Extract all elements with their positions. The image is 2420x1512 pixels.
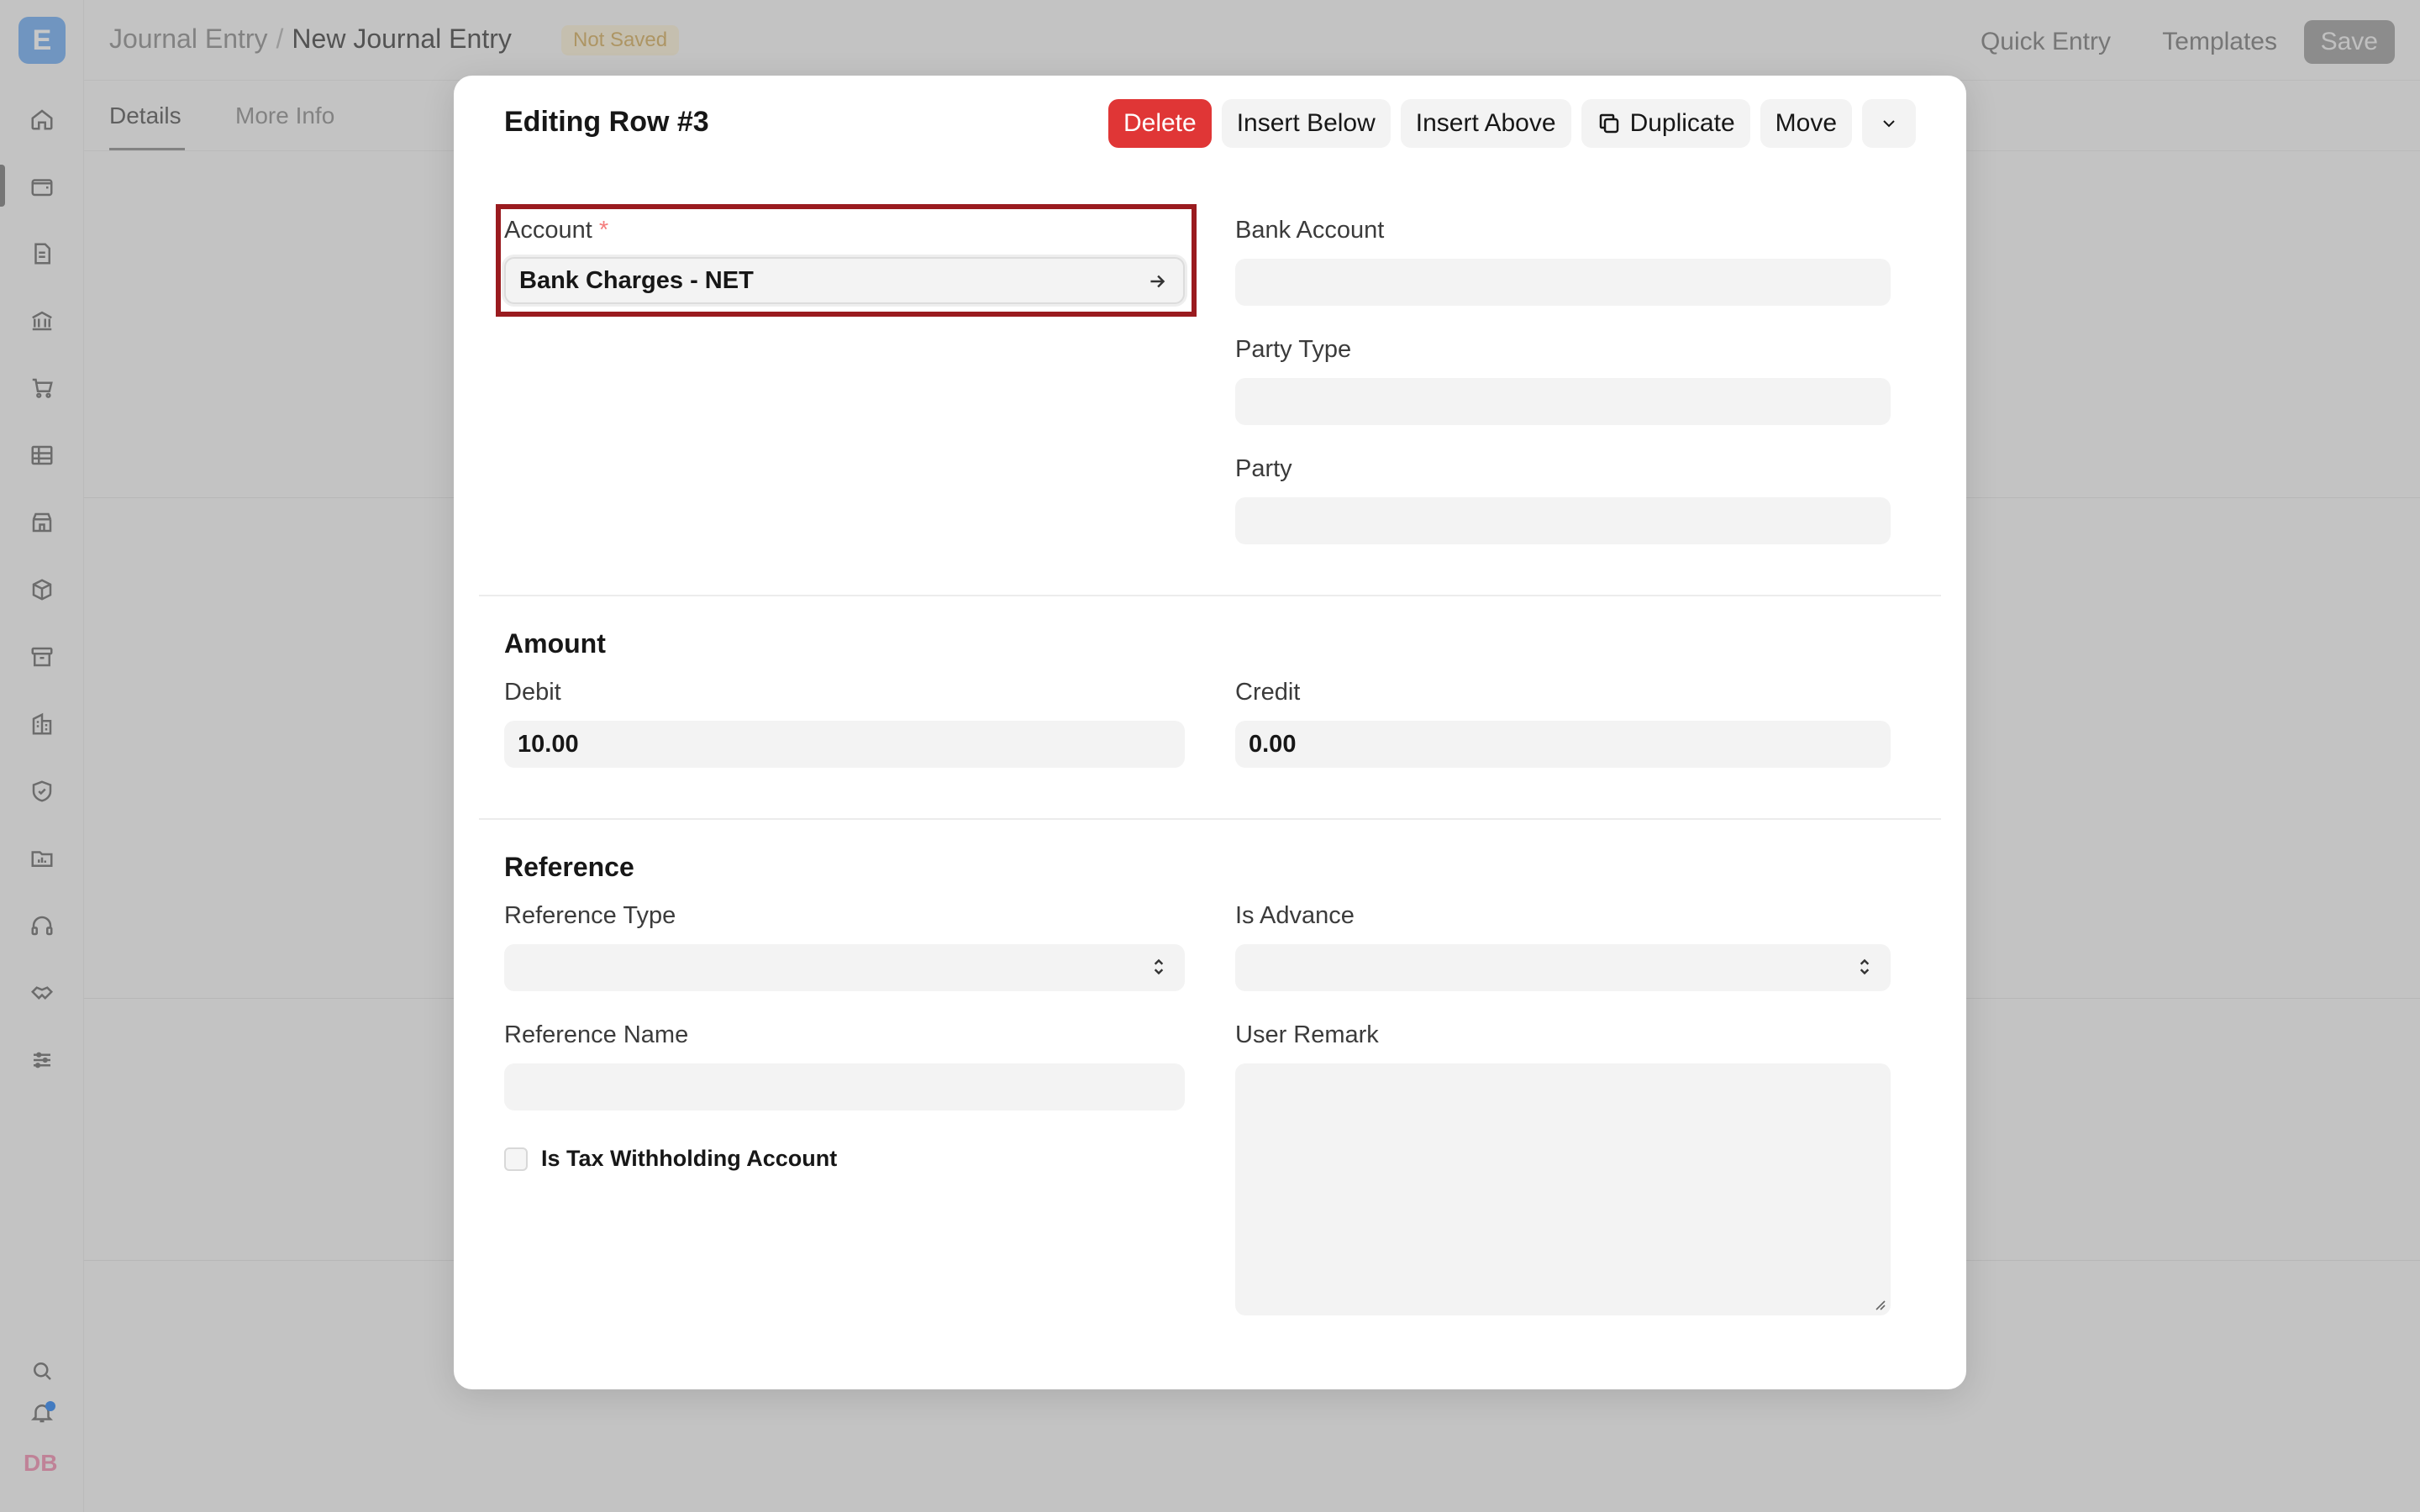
- is-advance-label: Is Advance: [1235, 902, 1355, 929]
- section-divider: [479, 595, 1941, 596]
- account-label-text: Account: [504, 217, 592, 244]
- insert-above-button[interactable]: Insert Above: [1400, 99, 1571, 148]
- bank-account-label: Bank Account: [1235, 217, 1385, 244]
- resize-handle-icon[interactable]: [1872, 1297, 1886, 1310]
- is-advance-select[interactable]: [1235, 944, 1891, 991]
- delete-button[interactable]: Delete: [1107, 99, 1212, 148]
- amount-section-title: Amount: [504, 628, 606, 659]
- reference-name-label: Reference Name: [504, 1021, 689, 1048]
- more-actions-button[interactable]: [1862, 99, 1916, 148]
- duplicate-button[interactable]: Duplicate: [1581, 99, 1750, 148]
- section-divider: [479, 818, 1941, 820]
- reference-section-title: Reference: [504, 852, 634, 882]
- chevron-down-icon: [1883, 120, 1895, 128]
- account-label: Account *: [504, 217, 608, 244]
- select-arrows-icon: [1148, 956, 1170, 978]
- reference-type-label: Reference Type: [504, 902, 676, 929]
- party-type-input[interactable]: [1235, 378, 1891, 425]
- credit-input[interactable]: 0.00: [1235, 721, 1891, 768]
- account-value: Bank Charges - NET: [519, 266, 754, 294]
- is-tax-withholding-label[interactable]: Is Tax Withholding Account: [541, 1146, 837, 1172]
- user-remark-label: User Remark: [1235, 1021, 1379, 1048]
- bank-account-input[interactable]: [1235, 259, 1891, 306]
- dialog-actions: Delete Insert Below Insert Above Duplica…: [1107, 99, 1916, 148]
- copy-icon: [1599, 113, 1618, 134]
- debit-label: Debit: [504, 679, 561, 706]
- reference-type-select[interactable]: [504, 944, 1185, 991]
- dialog-title: Editing Row #3: [504, 106, 709, 138]
- insert-below-button[interactable]: Insert Below: [1221, 99, 1391, 148]
- reference-name-input[interactable]: [504, 1063, 1185, 1110]
- party-input[interactable]: [1235, 497, 1891, 544]
- party-label: Party: [1235, 455, 1292, 482]
- arrow-right-icon[interactable]: [1146, 270, 1168, 292]
- credit-label: Credit: [1235, 679, 1301, 706]
- account-input[interactable]: Bank Charges - NET: [504, 257, 1185, 304]
- is-tax-withholding-checkbox[interactable]: [504, 1147, 528, 1171]
- edit-row-dialog: Editing Row #3 Delete Insert Below Inser…: [454, 76, 1966, 1389]
- user-remark-textarea[interactable]: [1235, 1063, 1891, 1315]
- duplicate-label: Duplicate: [1629, 109, 1735, 137]
- select-arrows-icon: [1854, 956, 1876, 978]
- party-type-label: Party Type: [1235, 336, 1352, 363]
- debit-input[interactable]: 10.00: [504, 721, 1185, 768]
- move-button[interactable]: Move: [1760, 99, 1852, 148]
- required-indicator: *: [598, 217, 609, 244]
